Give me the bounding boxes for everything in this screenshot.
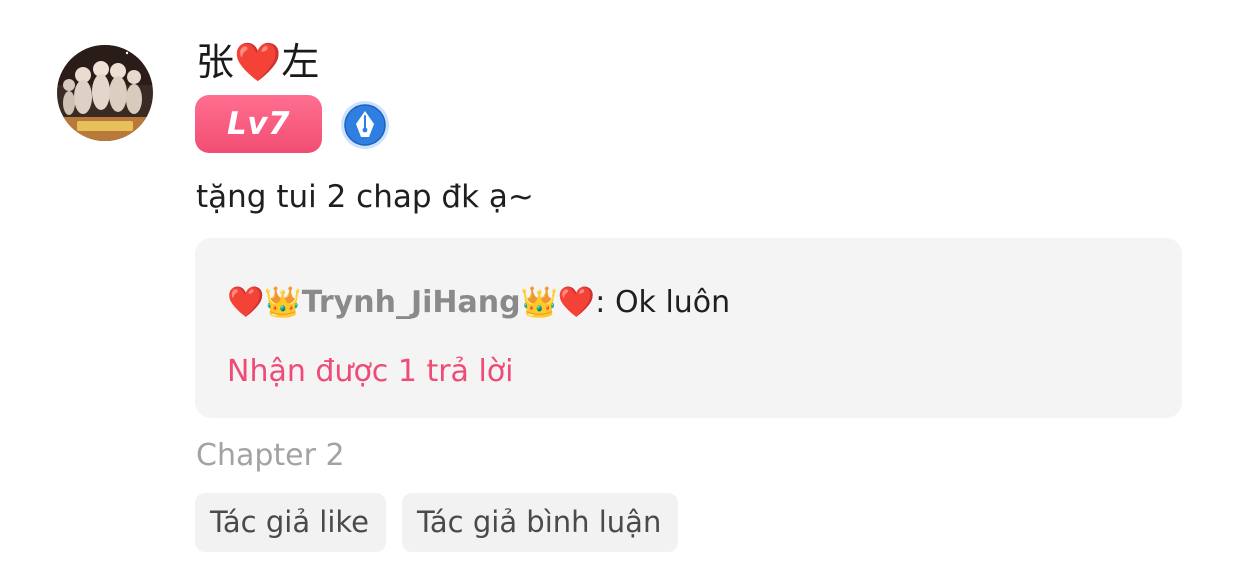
reply-preview-line: ❤️👑Trynh_JiHang👑❤️: Ok luôn xyxy=(227,280,730,326)
comment-item: 张❤️左 Lv7 tặng tui 2 chap đk ạ~ ❤️👑Trynh_… xyxy=(0,0,1242,565)
reply-text: Ok luôn xyxy=(614,285,731,320)
author-like-tag: Tác giả like xyxy=(195,493,386,552)
avatar-image xyxy=(57,45,153,141)
reply-author[interactable]: ❤️👑Trynh_JiHang👑❤️ xyxy=(227,285,595,320)
comment-text: tặng tui 2 chap đk ạ~ xyxy=(196,179,534,215)
level-badge: Lv7 xyxy=(195,95,322,153)
username[interactable]: 张❤️左 xyxy=(196,36,319,88)
chapter-label[interactable]: Chapter 2 xyxy=(196,434,345,478)
author-comment-tag: Tác giả bình luận xyxy=(402,493,678,552)
reply-separator: : xyxy=(595,285,615,320)
user-avatar[interactable] xyxy=(57,45,153,141)
fountain-pen-badge-icon xyxy=(340,100,390,150)
reply-preview-box[interactable]: ❤️👑Trynh_JiHang👑❤️: Ok luôn Nhận được 1 … xyxy=(195,238,1182,418)
view-replies-link[interactable]: Nhận được 1 trả lời xyxy=(227,350,514,394)
